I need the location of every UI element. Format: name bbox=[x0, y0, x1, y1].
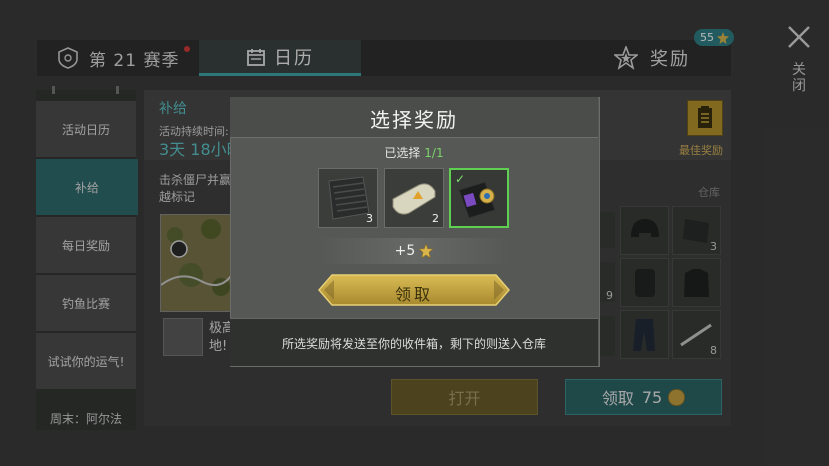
reward-option-armor-plate[interactable]: 3 bbox=[318, 168, 378, 228]
reward-option-badge-wallet[interactable]: ✓ bbox=[449, 168, 509, 228]
bonus-row: +5 bbox=[317, 238, 511, 264]
check-icon: ✓ bbox=[455, 172, 466, 186]
bonus-value: +5 bbox=[394, 243, 416, 259]
selection-count: 1/1 bbox=[424, 146, 444, 160]
reward-option-fuel-canister[interactable]: 2 bbox=[384, 168, 444, 228]
star-token-icon bbox=[419, 244, 434, 258]
dialog-title: 选择奖励 bbox=[370, 108, 458, 132]
reward-count: 3 bbox=[366, 212, 373, 225]
dialog-footer-note: 所选奖励将发送至你的收件箱，剩下的则送入仓库 bbox=[281, 337, 546, 351]
selection-status: 已选择 1/1 bbox=[230, 144, 598, 161]
reward-count: 2 bbox=[432, 212, 439, 225]
dialog-claim-label[interactable]: 领取 bbox=[318, 281, 510, 305]
selection-prefix: 已选择 bbox=[384, 146, 421, 160]
